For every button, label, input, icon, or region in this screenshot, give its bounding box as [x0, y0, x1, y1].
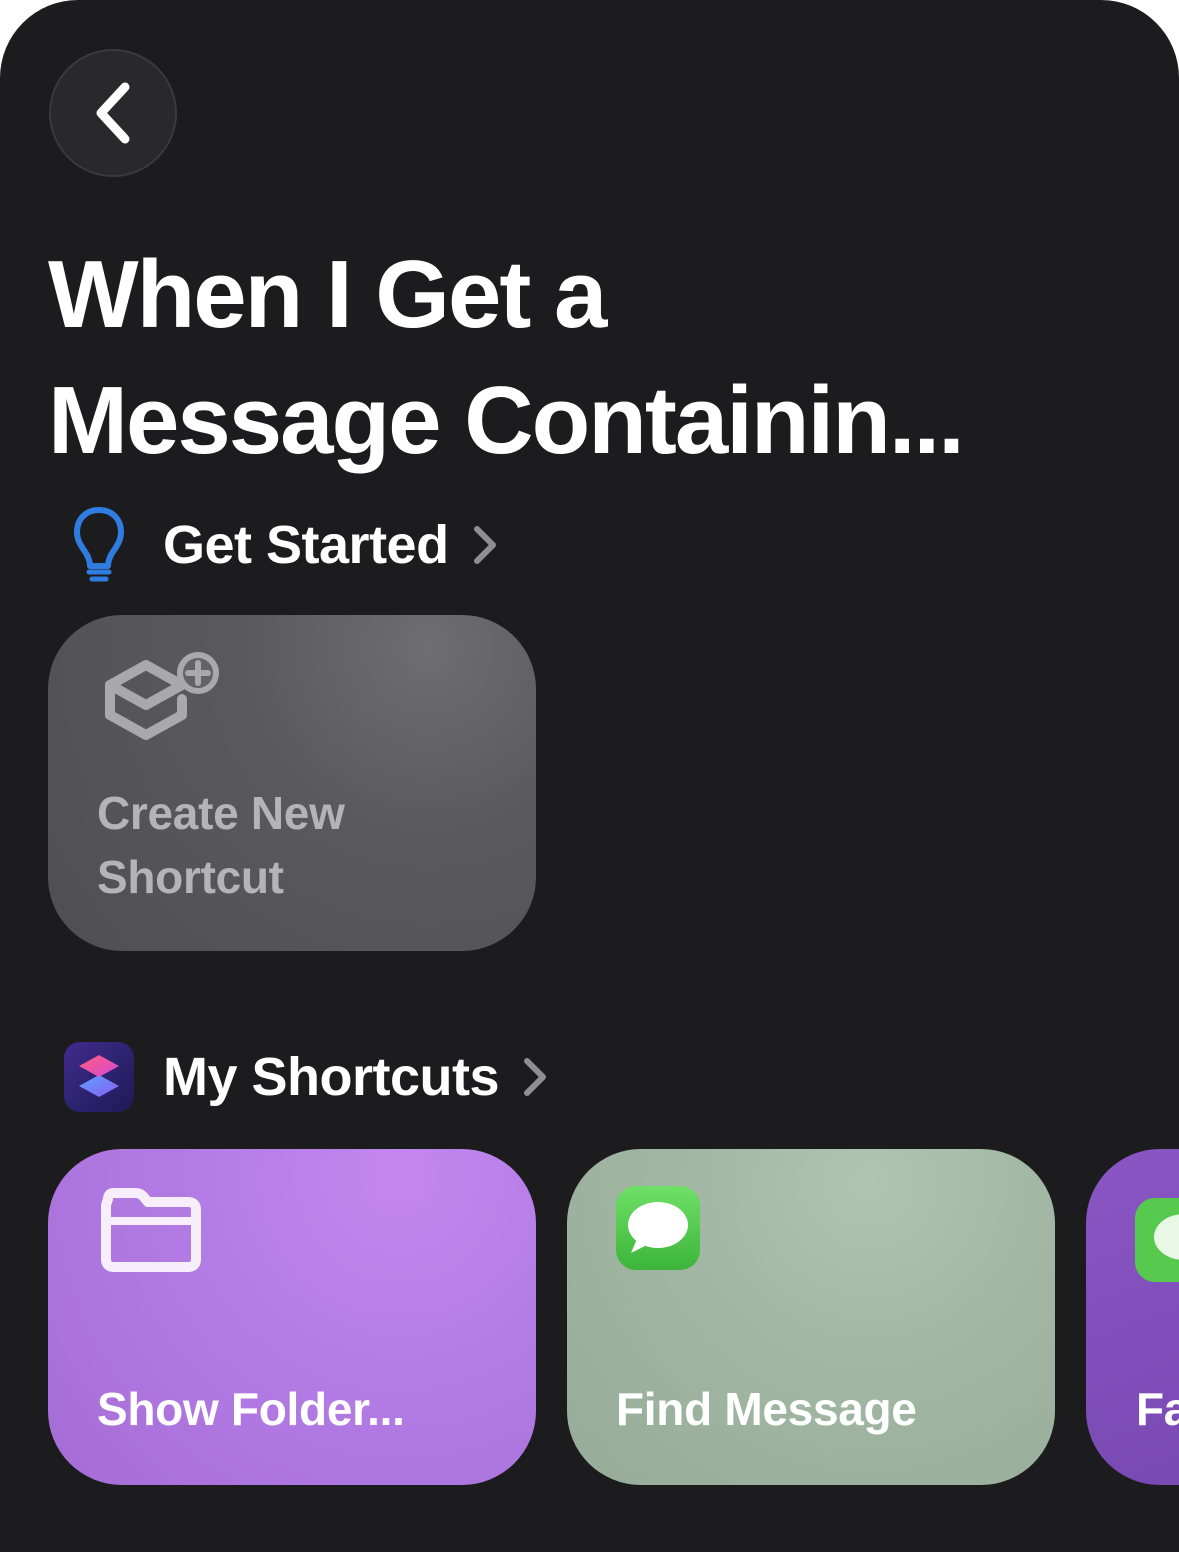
add-shortcut-icon [96, 651, 226, 766]
shortcut-card-partial[interactable]: Fa [1086, 1149, 1179, 1485]
chevron-right-icon [471, 524, 499, 566]
shortcut-label: Find Message [616, 1383, 917, 1435]
shortcut-card-find-message[interactable]: Find Message [567, 1149, 1055, 1485]
shortcut-label: Show Folder... [97, 1383, 405, 1435]
shortcut-card-show-folder[interactable]: Show Folder... [48, 1149, 536, 1485]
messages-icon [1134, 1197, 1179, 1288]
back-button[interactable] [49, 49, 177, 177]
shortcut-sheet: When I Get a Message Containin... Get St… [0, 0, 1179, 1552]
page-title: When I Get a Message Containin... [48, 241, 965, 474]
my-shortcuts-header[interactable]: My Shortcuts [62, 1040, 549, 1114]
create-new-shortcut-label: Create New Shortcut [97, 787, 345, 903]
chevron-left-icon [96, 82, 130, 144]
shortcut-label: Fa [1136, 1383, 1179, 1435]
chevron-right-icon [521, 1056, 549, 1098]
get-started-label: Get Started [163, 515, 449, 575]
shortcuts-app-icon [62, 1040, 136, 1114]
get-started-header[interactable]: Get Started [62, 505, 499, 585]
my-shortcuts-label: My Shortcuts [163, 1047, 500, 1107]
lightbulb-icon [62, 507, 136, 582]
messages-icon [615, 1185, 701, 1276]
create-new-shortcut-card[interactable]: Create New Shortcut [48, 615, 536, 951]
folder-icon [96, 1185, 206, 1286]
